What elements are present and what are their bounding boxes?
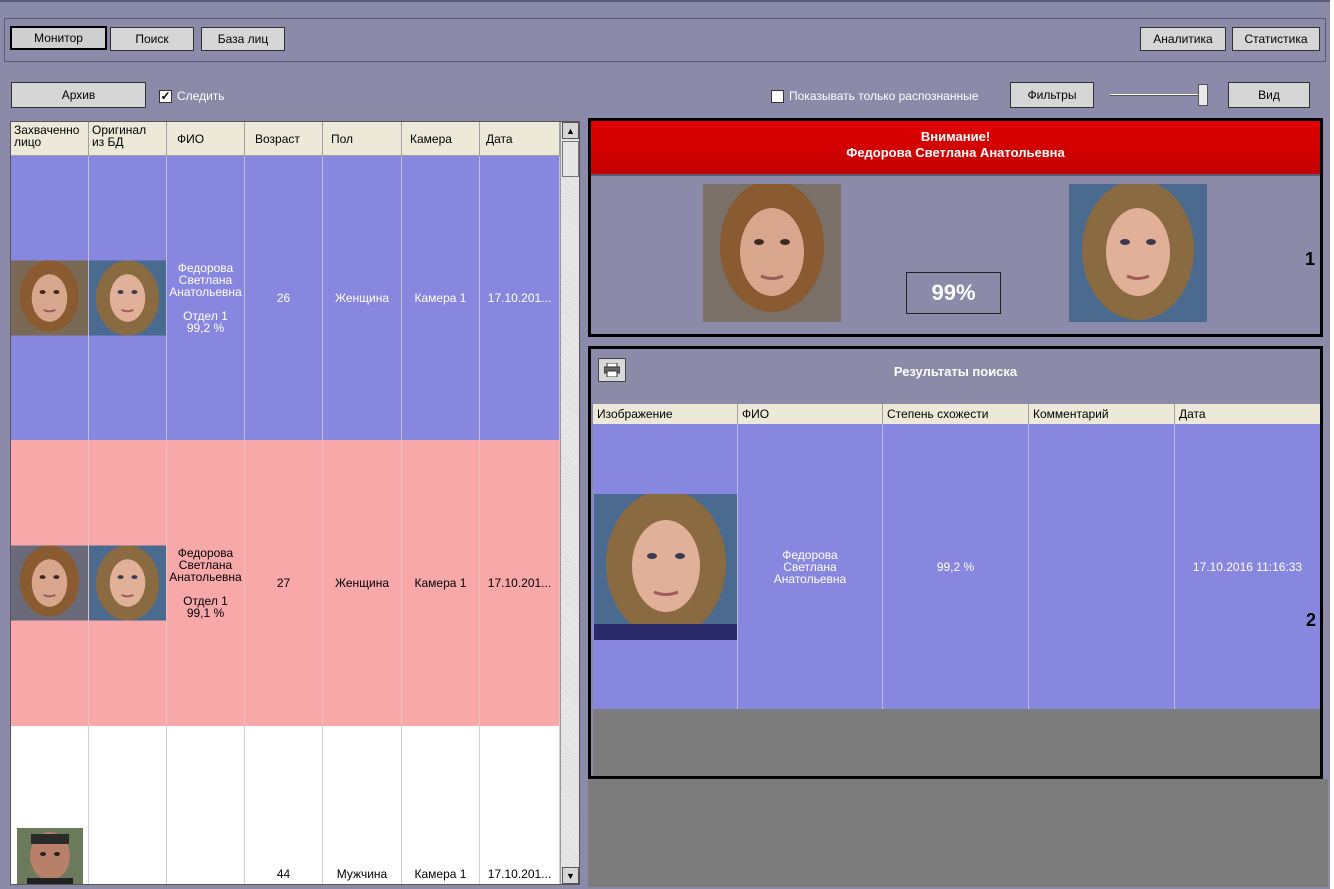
captured-face-cell bbox=[11, 726, 89, 884]
events-table-header: Захваченно лицо Оригинал из БД ФИО Возра… bbox=[11, 122, 560, 156]
panel-splitter[interactable] bbox=[580, 117, 586, 887]
col-comment[interactable]: Комментарий bbox=[1029, 404, 1175, 424]
sex-cell: Женщина bbox=[323, 156, 402, 440]
statistics-button[interactable]: Статистика bbox=[1232, 27, 1320, 51]
col-fio[interactable]: ФИО bbox=[167, 122, 245, 156]
result-date: 17.10.2016 11:16:33 bbox=[1192, 559, 1303, 574]
result-fio-cell: Федорова Светлана Анатольевна bbox=[738, 424, 883, 709]
table-row[interactable]: Федорова Светлана Анатольевна Отдел 1 99… bbox=[11, 440, 560, 726]
lower-empty-area bbox=[588, 779, 1328, 887]
original-face-image bbox=[89, 545, 166, 621]
captured-face-image bbox=[11, 545, 88, 621]
age-cell: 27 bbox=[245, 440, 323, 726]
original-face-cell bbox=[89, 440, 167, 726]
results-title: Результаты поиска bbox=[893, 364, 1018, 379]
result-fio-line2: Светлана bbox=[783, 559, 837, 574]
col-camera[interactable]: Камера bbox=[402, 122, 480, 156]
col-result-fio[interactable]: ФИО bbox=[738, 404, 883, 424]
table-row[interactable]: 44 Мужчина Камера 1 17.10.201... bbox=[11, 726, 560, 884]
match-percent: 99% bbox=[906, 272, 1001, 314]
result-fio-line1: Федорова bbox=[782, 547, 838, 562]
alert-captured-face-image bbox=[703, 184, 841, 322]
archive-button[interactable]: Архив bbox=[11, 82, 146, 108]
result-similarity-cell: 99,2 % bbox=[883, 424, 1029, 709]
scroll-down-icon[interactable]: ▼ bbox=[562, 867, 579, 884]
fio-cell bbox=[167, 726, 245, 884]
slider-thumb[interactable] bbox=[1198, 84, 1208, 106]
scroll-up-icon[interactable]: ▲ bbox=[562, 122, 579, 139]
sex-cell: Женщина bbox=[323, 440, 402, 726]
panel-marker-2: 2 bbox=[1305, 610, 1316, 630]
results-table-header: Изображение ФИО Степень схожести Коммент… bbox=[593, 404, 1320, 424]
search-button[interactable]: Поиск bbox=[110, 27, 194, 51]
original-face-cell bbox=[89, 726, 167, 884]
follow-label: Следить bbox=[177, 89, 225, 103]
table-row[interactable]: Федорова Светлана Анатольевна Отдел 1 99… bbox=[11, 156, 560, 440]
follow-checkbox-box[interactable]: ✓ bbox=[159, 89, 172, 103]
alert-panel: Внимание! Федорова Светлана Анатольевна … bbox=[588, 118, 1323, 337]
sex-cell: Мужчина bbox=[323, 726, 402, 884]
search-results-panel: Результаты поиска Изображение ФИО Степен… bbox=[588, 346, 1323, 779]
face-db-button[interactable]: База лиц bbox=[201, 27, 285, 51]
result-image-cell bbox=[593, 424, 738, 709]
captured-face-image bbox=[16, 828, 83, 884]
date-cell: 17.10.201... bbox=[480, 440, 560, 726]
alert-banner: Внимание! Федорова Светлана Анатольевна bbox=[591, 121, 1320, 176]
col-age[interactable]: Возраст bbox=[245, 122, 323, 156]
date-cell: 17.10.201... bbox=[480, 156, 560, 440]
camera-cell: Камера 1 bbox=[402, 156, 480, 440]
score: 99,2 % bbox=[186, 321, 225, 335]
alert-title: Внимание! bbox=[920, 129, 991, 144]
camera-cell: Камера 1 bbox=[402, 440, 480, 726]
col-original-line2: из БД bbox=[92, 135, 124, 149]
result-fio-line3: Анатольевна bbox=[773, 571, 847, 586]
results-empty-area bbox=[593, 709, 1320, 776]
col-image[interactable]: Изображение bbox=[593, 404, 738, 424]
follow-checkbox[interactable]: ✓ Следить bbox=[159, 89, 225, 103]
captured-face-cell bbox=[11, 440, 89, 726]
age-cell: 26 bbox=[245, 156, 323, 440]
fio-cell: Федорова Светлана Анатольевна Отдел 1 99… bbox=[167, 156, 245, 440]
result-row[interactable]: Федорова Светлана Анатольевна 99,2 % 17.… bbox=[593, 424, 1320, 709]
app-window: Монитор Поиск База лиц Аналитика Статист… bbox=[0, 0, 1330, 889]
slider-track bbox=[1110, 94, 1206, 96]
scroll-thumb[interactable] bbox=[562, 141, 579, 177]
captured-face-image bbox=[11, 260, 88, 336]
col-captured-line2: лицо bbox=[14, 135, 42, 149]
col-original-face[interactable]: Оригинал из БД bbox=[89, 122, 167, 156]
panel-marker-1: 1 bbox=[1305, 249, 1316, 269]
only-recognized-checkbox-box[interactable] bbox=[771, 89, 784, 103]
score: 99,1 % bbox=[186, 606, 225, 620]
camera-cell: Камера 1 bbox=[402, 726, 480, 884]
events-table: Захваченно лицо Оригинал из БД ФИО Возра… bbox=[10, 121, 580, 885]
col-similarity[interactable]: Степень схожести bbox=[883, 404, 1029, 424]
age-cell: 44 bbox=[245, 726, 323, 884]
view-button[interactable]: Вид bbox=[1228, 82, 1310, 108]
date-cell: 17.10.201... bbox=[480, 726, 560, 884]
result-face-image bbox=[593, 493, 737, 640]
result-comment-cell bbox=[1029, 424, 1175, 709]
col-result-date[interactable]: Дата bbox=[1175, 404, 1320, 424]
fio-cell: Федорова Светлана Анатольевна Отдел 1 99… bbox=[167, 440, 245, 726]
events-table-scrollbar[interactable]: ▲ ▼ bbox=[560, 122, 579, 884]
monitor-button[interactable]: Монитор bbox=[10, 26, 107, 50]
result-date-cell: 17.10.2016 11:16:33 2 bbox=[1175, 424, 1320, 709]
zoom-slider[interactable] bbox=[1108, 82, 1212, 108]
original-face-image bbox=[89, 260, 166, 336]
col-captured-face[interactable]: Захваченно лицо bbox=[11, 122, 89, 156]
alert-person-name: Федорова Светлана Анатольевна bbox=[846, 145, 1065, 160]
analytics-button[interactable]: Аналитика bbox=[1140, 27, 1226, 51]
col-sex[interactable]: Пол bbox=[323, 122, 402, 156]
filters-button[interactable]: Фильтры bbox=[1010, 82, 1094, 108]
original-face-cell bbox=[89, 156, 167, 440]
only-recognized-checkbox[interactable]: Показывать только распознанные bbox=[771, 89, 978, 103]
fio-line3: Анатольевна bbox=[169, 285, 242, 299]
only-recognized-label: Показывать только распознанные bbox=[789, 89, 979, 103]
col-date[interactable]: Дата bbox=[480, 122, 560, 156]
alert-original-face-image bbox=[1069, 184, 1207, 322]
fio-line3: Анатольевна bbox=[169, 570, 242, 584]
captured-face-cell bbox=[11, 156, 89, 440]
